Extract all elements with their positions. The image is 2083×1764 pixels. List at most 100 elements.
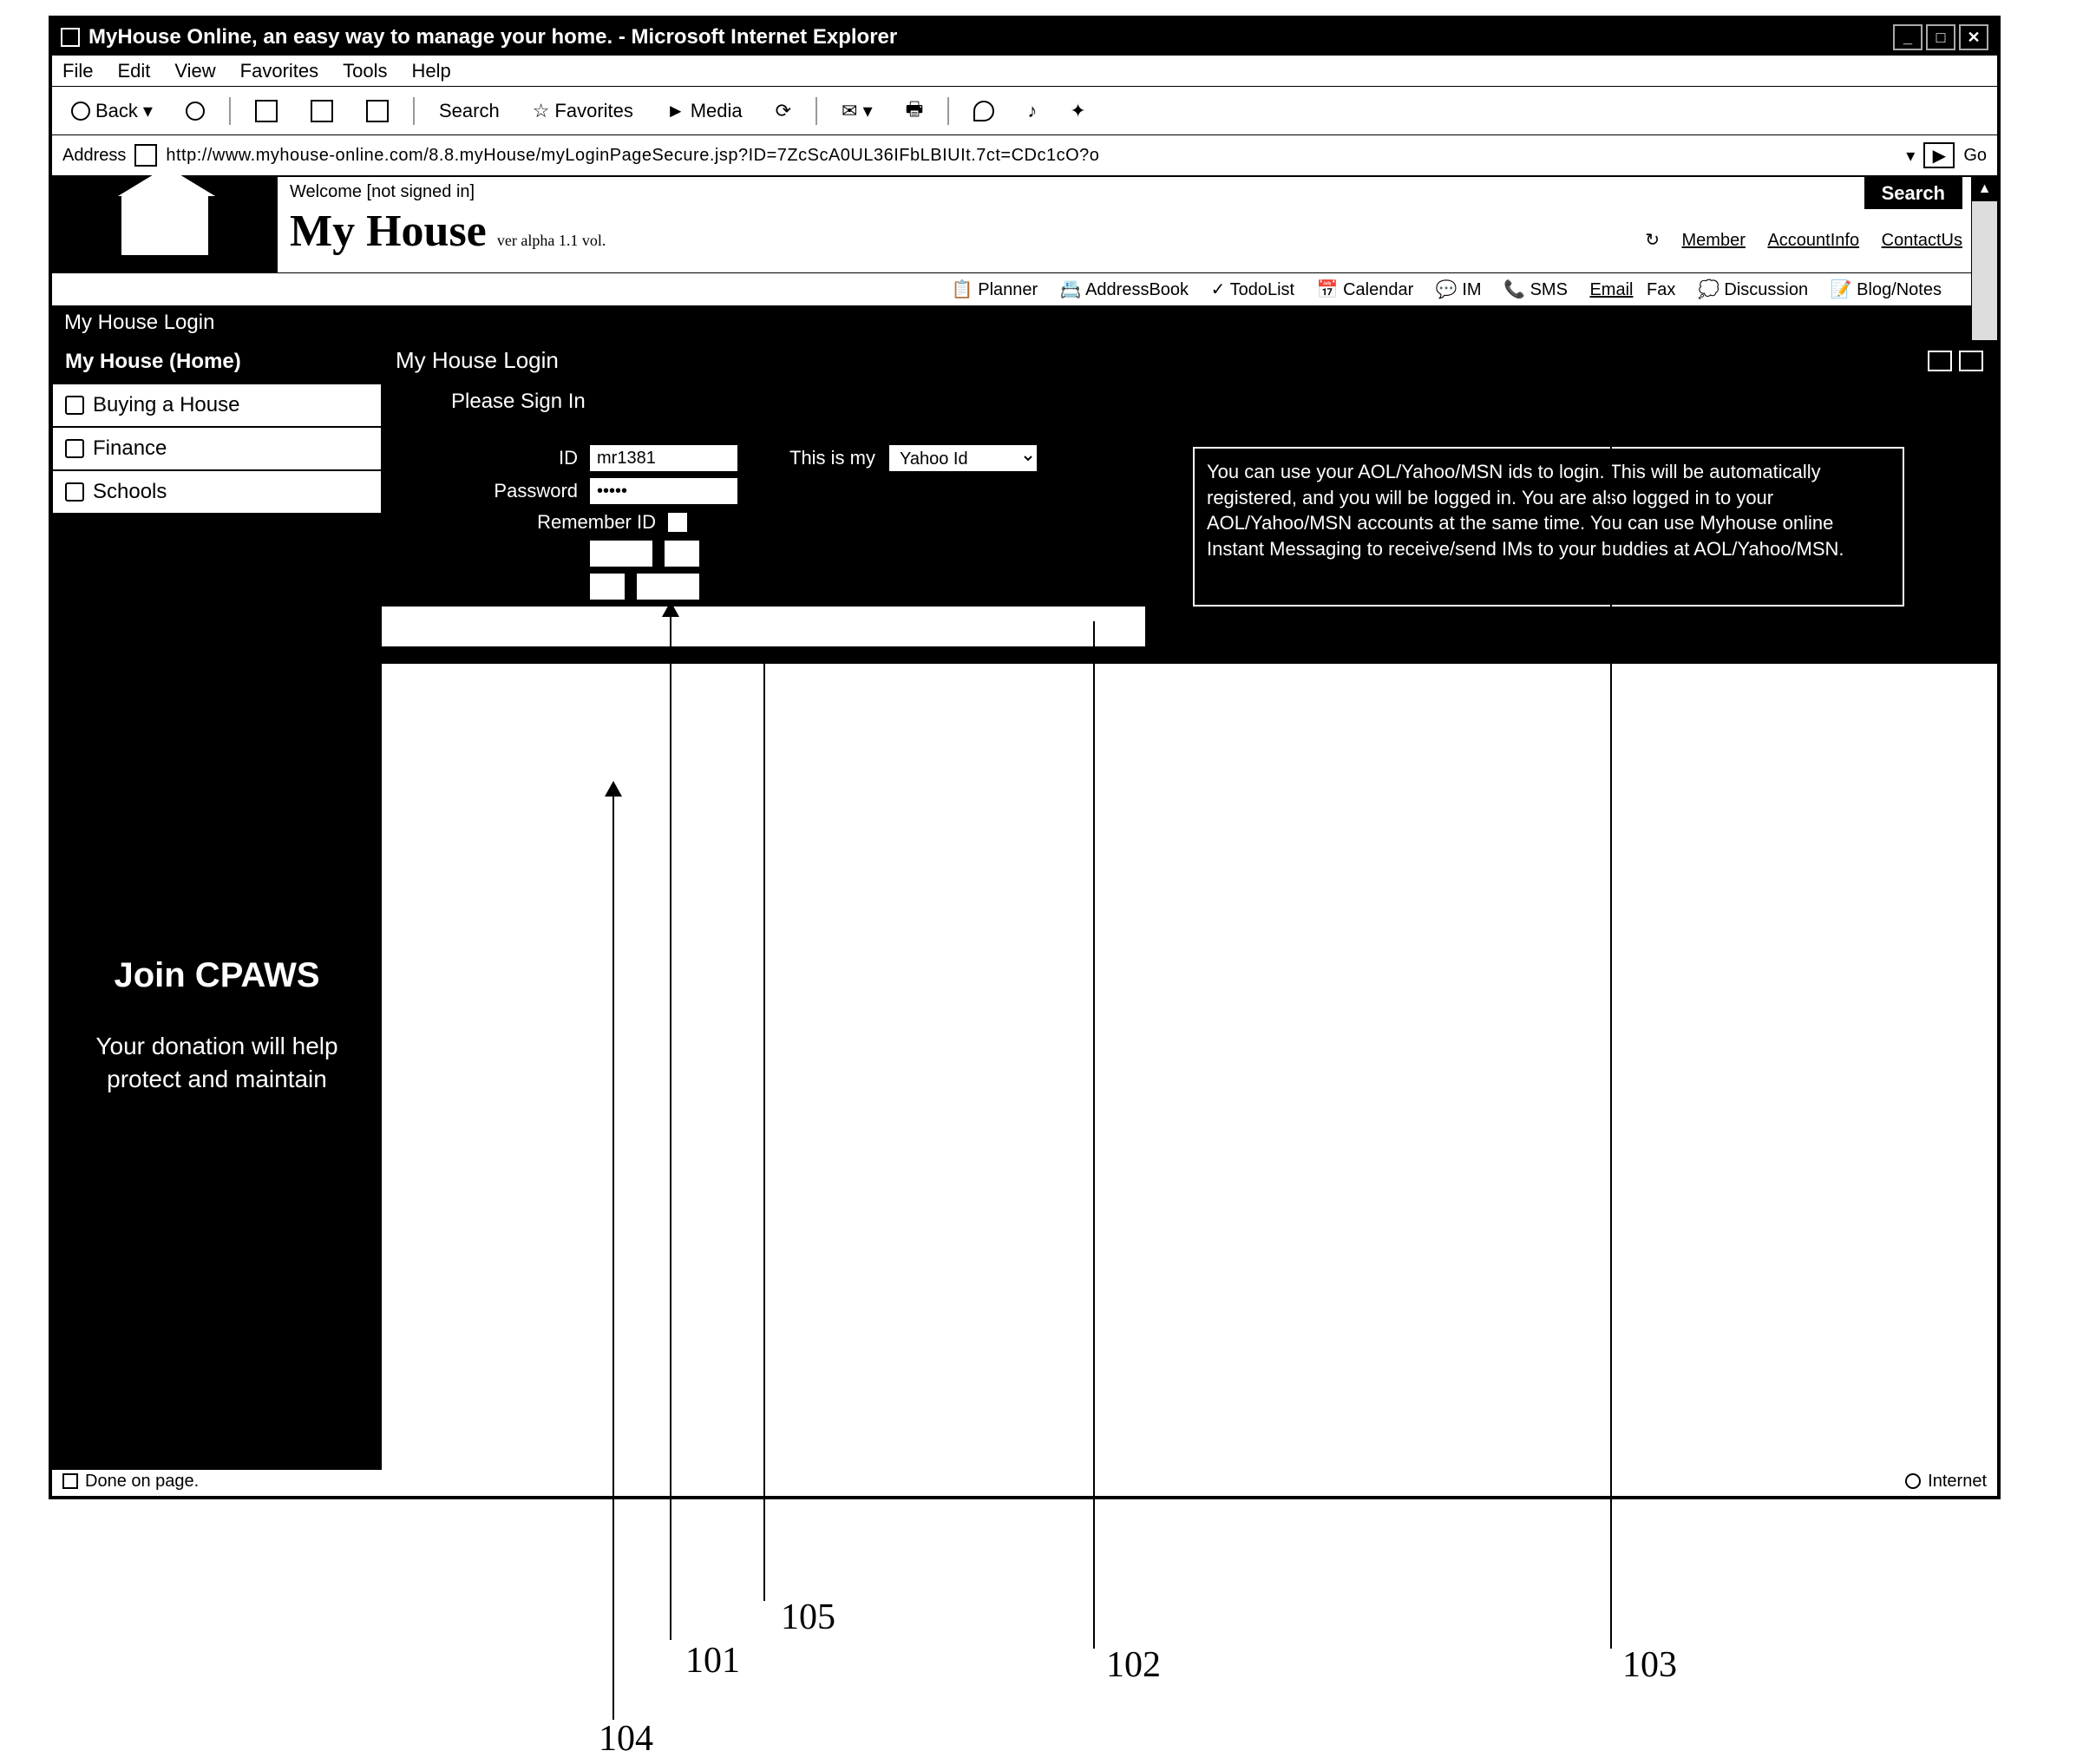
login-panel-header: My House Login xyxy=(382,340,1997,381)
stop-icon xyxy=(255,100,278,122)
search-button[interactable]: Search xyxy=(430,97,508,125)
main-panel: My House Login Please Sign In ID xyxy=(382,340,1997,1470)
password-input[interactable] xyxy=(590,478,737,504)
remember-label: Remember ID xyxy=(451,511,668,534)
go-button[interactable]: ▶ xyxy=(1923,142,1955,168)
login-button-3[interactable] xyxy=(590,574,625,600)
link-planner[interactable]: Planner xyxy=(978,280,1038,299)
menu-edit[interactable]: Edit xyxy=(117,60,150,82)
sidebar: My House (Home) Buying a House Finance S… xyxy=(52,340,382,1470)
menu-file[interactable]: File xyxy=(62,60,93,82)
site-version: ver alpha 1.1 vol. xyxy=(497,232,606,249)
link-blog[interactable]: Blog/Notes xyxy=(1857,280,1942,299)
id-label: ID xyxy=(451,447,590,469)
status-page-icon xyxy=(62,1473,78,1489)
menu-favorites[interactable]: Favorites xyxy=(240,60,318,82)
messenger-button[interactable] xyxy=(965,98,1003,124)
back-button[interactable]: Back ▾ xyxy=(62,97,161,125)
link-accountinfo[interactable]: AccountInfo xyxy=(1767,231,1859,250)
link-contactus[interactable]: ContactUs xyxy=(1882,231,1962,250)
menu-help[interactable]: Help xyxy=(412,60,451,82)
link-discussion[interactable]: Discussion xyxy=(1724,280,1808,299)
stop-button[interactable] xyxy=(246,97,286,125)
address-bar: Address http://www.myhouse-online.com/8.… xyxy=(52,135,1997,177)
toolbar: Back ▾ Search ☆ Favorites ► Media ⟳ ✉ ▾ … xyxy=(52,87,1997,135)
search-chip[interactable]: Search xyxy=(1864,177,1962,209)
ad-body: Your donation will help protect and main… xyxy=(69,1030,364,1096)
site-logo[interactable] xyxy=(52,177,278,272)
page-icon xyxy=(134,144,157,167)
login-panel-title: My House Login xyxy=(396,347,559,374)
login-button-4[interactable] xyxy=(637,574,699,600)
account-links: ↻ Member AccountInfo ContactUs xyxy=(1645,229,1962,251)
callout-102: 102 xyxy=(1106,1644,1161,1686)
menu-bar: File Edit View Favorites Tools Help xyxy=(52,56,1997,87)
link-fax[interactable]: Fax xyxy=(1647,280,1675,299)
sidebar-ad[interactable]: Join CPAWS Your donation will help prote… xyxy=(52,930,382,1122)
media-button[interactable]: ► Media xyxy=(658,97,751,125)
login-button-2[interactable] xyxy=(665,541,699,567)
status-left: Done on page. xyxy=(85,1472,199,1492)
menu-view[interactable]: View xyxy=(174,60,215,82)
callout-104: 104 xyxy=(599,1718,653,1760)
minimize-button[interactable]: _ xyxy=(1893,24,1923,50)
window-titlebar: MyHouse Online, an easy way to manage yo… xyxy=(52,19,1997,56)
link-im[interactable]: IM xyxy=(1462,280,1481,299)
remember-checkbox[interactable] xyxy=(668,513,687,532)
link-sms[interactable]: SMS xyxy=(1530,280,1568,299)
panel-close-icon[interactable] xyxy=(1959,351,1983,371)
favorites-button[interactable]: ☆ Favorites xyxy=(524,97,642,125)
page-content: ▲ ▼ Welcome [not signed in] My House ver… xyxy=(52,177,1997,1465)
home-icon xyxy=(366,100,389,122)
status-zone: Internet xyxy=(1928,1472,1987,1492)
globe-icon xyxy=(1905,1473,1921,1489)
panel-min-icon[interactable] xyxy=(1928,351,1952,371)
welcome-text: Welcome [not signed in] xyxy=(290,182,1985,202)
finance-icon xyxy=(65,439,84,458)
provider-label: This is my xyxy=(789,447,875,469)
link-member[interactable]: Member xyxy=(1682,231,1746,250)
nav-schools[interactable]: Schools xyxy=(52,470,382,514)
link-calendar[interactable]: Calendar xyxy=(1343,280,1413,299)
callout-105: 105 xyxy=(781,1597,835,1638)
extra1-button[interactable]: ♪ xyxy=(1019,97,1045,125)
link-todolist[interactable]: TodoList xyxy=(1230,280,1295,299)
login-button-1[interactable] xyxy=(590,541,652,567)
extra2-button[interactable]: ✦ xyxy=(1061,97,1094,125)
site-title: My House xyxy=(290,206,487,257)
question-icon xyxy=(65,396,84,415)
nav-home[interactable]: My House (Home) xyxy=(52,340,382,384)
breadcrumb-bar: My House Login xyxy=(52,305,1997,340)
callout-103: 103 xyxy=(1622,1644,1677,1686)
link-addressbook[interactable]: AddressBook xyxy=(1085,280,1189,299)
password-label: Password xyxy=(451,480,590,502)
refresh-button[interactable] xyxy=(302,97,342,125)
mail-button[interactable]: ✉ ▾ xyxy=(833,97,881,125)
signin-heading: Please Sign In xyxy=(382,381,1997,430)
link-email[interactable]: Email xyxy=(1589,280,1633,299)
history-button[interactable]: ⟳ xyxy=(767,97,800,125)
schools-icon xyxy=(65,482,84,502)
callout-101: 101 xyxy=(685,1640,740,1682)
ad-title: Join CPAWS xyxy=(69,956,364,995)
go-label: Go xyxy=(1963,146,1987,166)
home-button[interactable] xyxy=(357,97,397,125)
house-icon xyxy=(121,194,208,255)
address-dropdown[interactable]: ▾ xyxy=(1906,145,1915,167)
provider-select[interactable]: Yahoo Id xyxy=(889,445,1037,471)
login-bottom-strip xyxy=(382,607,1145,646)
nav-buying[interactable]: Buying a House xyxy=(52,384,382,427)
address-label: Address xyxy=(62,146,126,166)
login-form: Please Sign In ID This is my Yahoo Id xyxy=(382,381,1997,664)
menu-tools[interactable]: Tools xyxy=(343,60,387,82)
forward-button[interactable] xyxy=(177,99,213,123)
print-button[interactable]: 🖶 xyxy=(897,92,933,130)
maximize-button[interactable]: □ xyxy=(1926,24,1955,50)
refresh-icon xyxy=(311,100,333,122)
address-url[interactable]: http://www.myhouse-online.com/8.8.myHous… xyxy=(166,146,1897,166)
id-input[interactable] xyxy=(590,445,737,471)
close-button[interactable]: ✕ xyxy=(1959,24,1988,50)
ie-icon xyxy=(61,28,80,47)
nav-finance[interactable]: Finance xyxy=(52,427,382,470)
login-info-box: You can use your AOL/Yahoo/MSN ids to lo… xyxy=(1193,447,1904,607)
